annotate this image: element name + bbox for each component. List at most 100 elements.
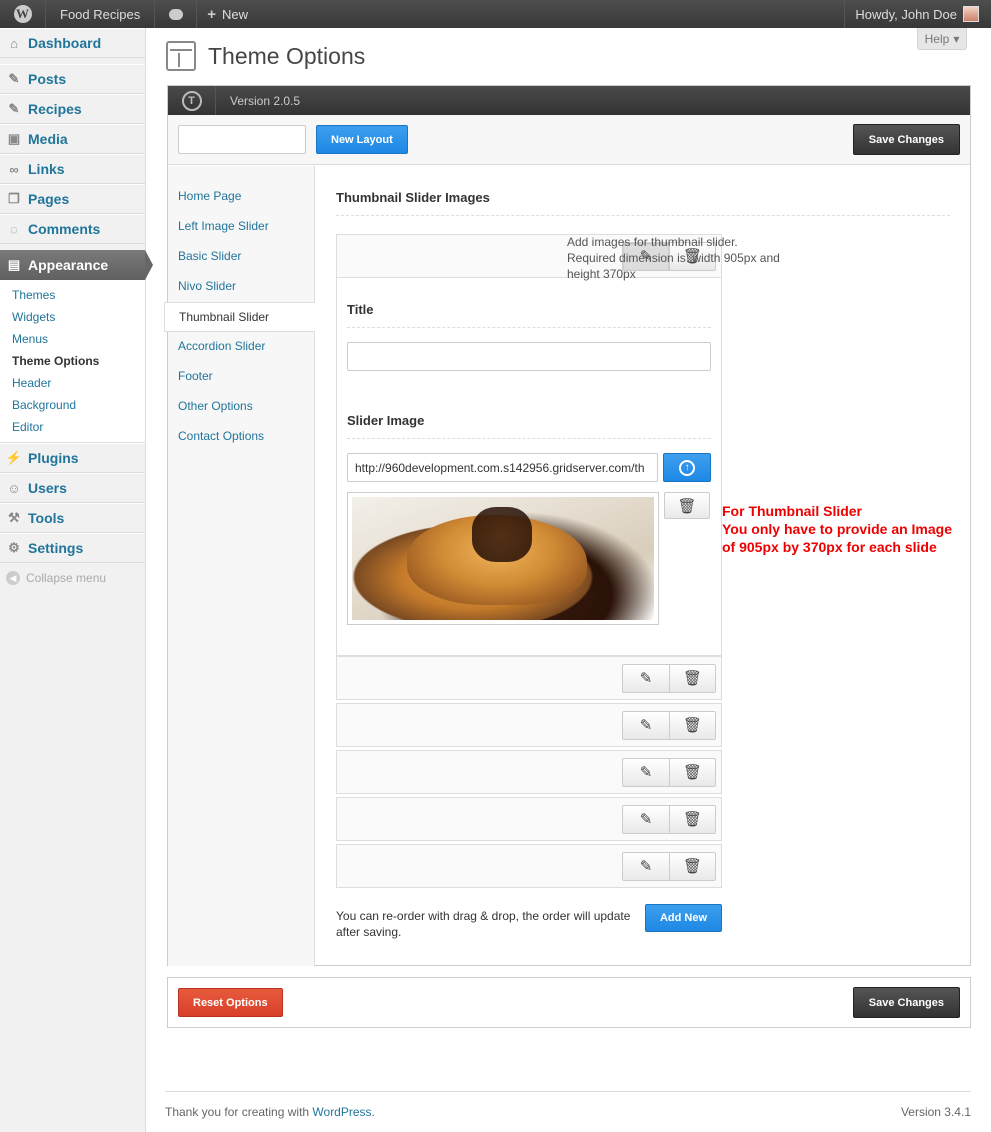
annotation-line: You only have to provide an Image	[722, 521, 953, 537]
submenu-widgets[interactable]: Widgets	[0, 306, 145, 328]
wordpress-logo-icon[interactable]: W	[0, 0, 46, 28]
help-label: Help	[924, 31, 950, 46]
submenu-theme-options[interactable]: Theme Options	[0, 350, 145, 372]
layout-name-input[interactable]	[178, 125, 306, 154]
edit-pencil-icon[interactable]: ✎	[623, 806, 669, 833]
comment-icon: ◌	[10, 221, 18, 237]
remove-image-trash-icon[interactable]: 🗑	[664, 492, 710, 519]
nav-contact-options[interactable]: Contact Options	[168, 422, 314, 452]
delete-trash-icon[interactable]: 🗑	[669, 852, 715, 880]
sidebar-item-appearance[interactable]: ▤ Appearance	[0, 250, 153, 280]
sidebar-item-users[interactable]: ☺ Users	[0, 473, 145, 503]
nav-left-image-slider[interactable]: Left Image Slider	[168, 212, 314, 242]
annotation-line: For Thumbnail Slider	[722, 503, 863, 519]
appearance-icon: ▤	[7, 257, 21, 272]
save-changes-button-bottom[interactable]: Save Changes	[852, 987, 960, 1018]
section-title: Thumbnail Slider Images	[336, 166, 950, 216]
reset-options-button[interactable]: Reset Options	[178, 988, 283, 1017]
submenu-background[interactable]: Background	[0, 394, 145, 416]
link-icon: ∞	[9, 161, 19, 177]
slide-item[interactable]: ✎ 🗑	[336, 844, 722, 888]
media-icon: ▣	[7, 131, 21, 146]
nav-home-page[interactable]: Home Page	[168, 182, 314, 212]
slide-title-input[interactable]	[347, 342, 711, 371]
edit-pencil-icon[interactable]: ✎	[623, 712, 669, 739]
collapse-label: Collapse menu	[26, 571, 107, 585]
wordpress-link[interactable]: WordPress	[312, 1105, 371, 1119]
sidebar-item-label: Comments	[28, 221, 101, 237]
image-url-input[interactable]: http://960development.com.s142956.gridse…	[347, 453, 659, 482]
users-icon: ☺	[7, 480, 21, 496]
delete-trash-icon[interactable]: 🗑	[669, 805, 715, 833]
nav-footer[interactable]: Footer	[168, 362, 314, 392]
version-label: Version 2.0.5	[230, 93, 301, 108]
sidebar-item-settings[interactable]: ⚙ Settings	[0, 533, 145, 563]
sidebar-item-label: Plugins	[28, 450, 79, 466]
page-title: Theme Options	[208, 42, 366, 69]
edit-pencil-icon[interactable]: ✎	[623, 853, 669, 880]
slider-image-preview	[347, 492, 659, 625]
new-content-menu[interactable]: + New	[197, 0, 258, 28]
footer-thanks: Thank you for creating with WordPress.	[165, 1105, 375, 1119]
page-header: Theme Options	[166, 38, 365, 74]
nav-basic-slider[interactable]: Basic Slider	[168, 242, 314, 272]
delete-trash-icon[interactable]: 🗑	[669, 758, 715, 786]
options-content: Thumbnail Slider Images ✎ 🗑 Title Slider…	[336, 166, 956, 939]
help-tab[interactable]: Help ▾	[917, 28, 967, 50]
submenu-themes[interactable]: Themes	[0, 284, 145, 306]
sidebar-item-comments[interactable]: ◌ Comments	[0, 214, 145, 244]
options-footer-panel: Reset Options Save Changes	[167, 977, 971, 1028]
slide-item[interactable]: ✎ 🗑	[336, 703, 722, 747]
submenu-menus[interactable]: Menus	[0, 328, 145, 350]
pin-icon: ✎	[8, 71, 20, 86]
nav-thumbnail-slider[interactable]: Thumbnail Slider	[164, 302, 315, 332]
slide-item[interactable]: ✎ 🗑	[336, 656, 722, 700]
delete-trash-icon[interactable]: 🗑	[669, 664, 715, 692]
collapse-menu-button[interactable]: ◀ Collapse menu	[0, 563, 145, 593]
comments-icon[interactable]	[155, 0, 198, 28]
sidebar-item-label: Media	[28, 131, 68, 147]
sidebar-item-media[interactable]: ▣ Media	[0, 124, 145, 154]
annotation-line: of 905px by 370px for each slide	[722, 539, 937, 555]
slide-item[interactable]: ✎ 🗑	[336, 750, 722, 794]
nav-accordion-slider[interactable]: Accordion Slider	[168, 332, 314, 362]
sidebar-item-posts[interactable]: ✎ Posts	[0, 64, 145, 94]
edit-pencil-icon[interactable]: ✎	[623, 665, 669, 692]
slide-item-expanded[interactable]: ✎ 🗑 Title Slider Image http://960develop…	[336, 234, 722, 656]
save-changes-button[interactable]: Save Changes	[852, 124, 960, 155]
sidebar-item-tools[interactable]: ⚒ Tools	[0, 503, 145, 533]
submenu-editor[interactable]: Editor	[0, 416, 145, 438]
panel-toolbar: New Layout Save Changes	[168, 115, 970, 165]
appearance-submenu: Themes Widgets Menus Theme Options Heade…	[0, 280, 145, 443]
collapse-icon: ◀	[6, 571, 20, 585]
upload-button[interactable]: ↑	[663, 453, 711, 482]
edit-pencil-icon[interactable]: ✎	[623, 759, 669, 786]
slider-description: Add images for thumbnail slider. Require…	[567, 235, 780, 281]
delete-trash-icon[interactable]: 🗑	[669, 711, 715, 739]
account-menu[interactable]: Howdy, John Doe	[844, 0, 991, 28]
pin-icon: ✎	[8, 101, 20, 116]
house-icon: ⌂	[10, 35, 18, 51]
submenu-header[interactable]: Header	[0, 372, 145, 394]
site-name-link[interactable]: Food Recipes	[46, 0, 156, 28]
sidebar-item-label: Tools	[28, 510, 65, 526]
settings-icon: ⚙	[8, 540, 20, 555]
theme-options-icon	[166, 41, 196, 71]
plugin-icon: ⚡	[5, 450, 23, 465]
nav-nivo-slider[interactable]: Nivo Slider	[168, 272, 314, 302]
sidebar-item-recipes[interactable]: ✎ Recipes	[0, 94, 145, 124]
sidebar-item-dashboard[interactable]: ⌂ Dashboard	[0, 28, 145, 58]
sidebar-item-label: Dashboard	[28, 35, 102, 51]
sidebar-item-pages[interactable]: ❐ Pages	[0, 184, 145, 214]
nav-other-options[interactable]: Other Options	[168, 392, 314, 422]
plus-icon: +	[207, 5, 216, 23]
chevron-down-icon: ▾	[953, 31, 960, 46]
slide-item[interactable]: ✎ 🗑	[336, 797, 722, 841]
new-label: New	[221, 6, 248, 22]
sidebar-item-label: Appearance	[28, 257, 109, 273]
sidebar-item-links[interactable]: ∞ Links	[0, 154, 145, 184]
sidebar-item-plugins[interactable]: ⚡ Plugins	[0, 443, 145, 473]
sidebar-item-label: Settings	[28, 540, 84, 556]
add-new-button[interactable]: Add New	[644, 904, 722, 932]
new-layout-button[interactable]: New Layout	[316, 125, 408, 154]
